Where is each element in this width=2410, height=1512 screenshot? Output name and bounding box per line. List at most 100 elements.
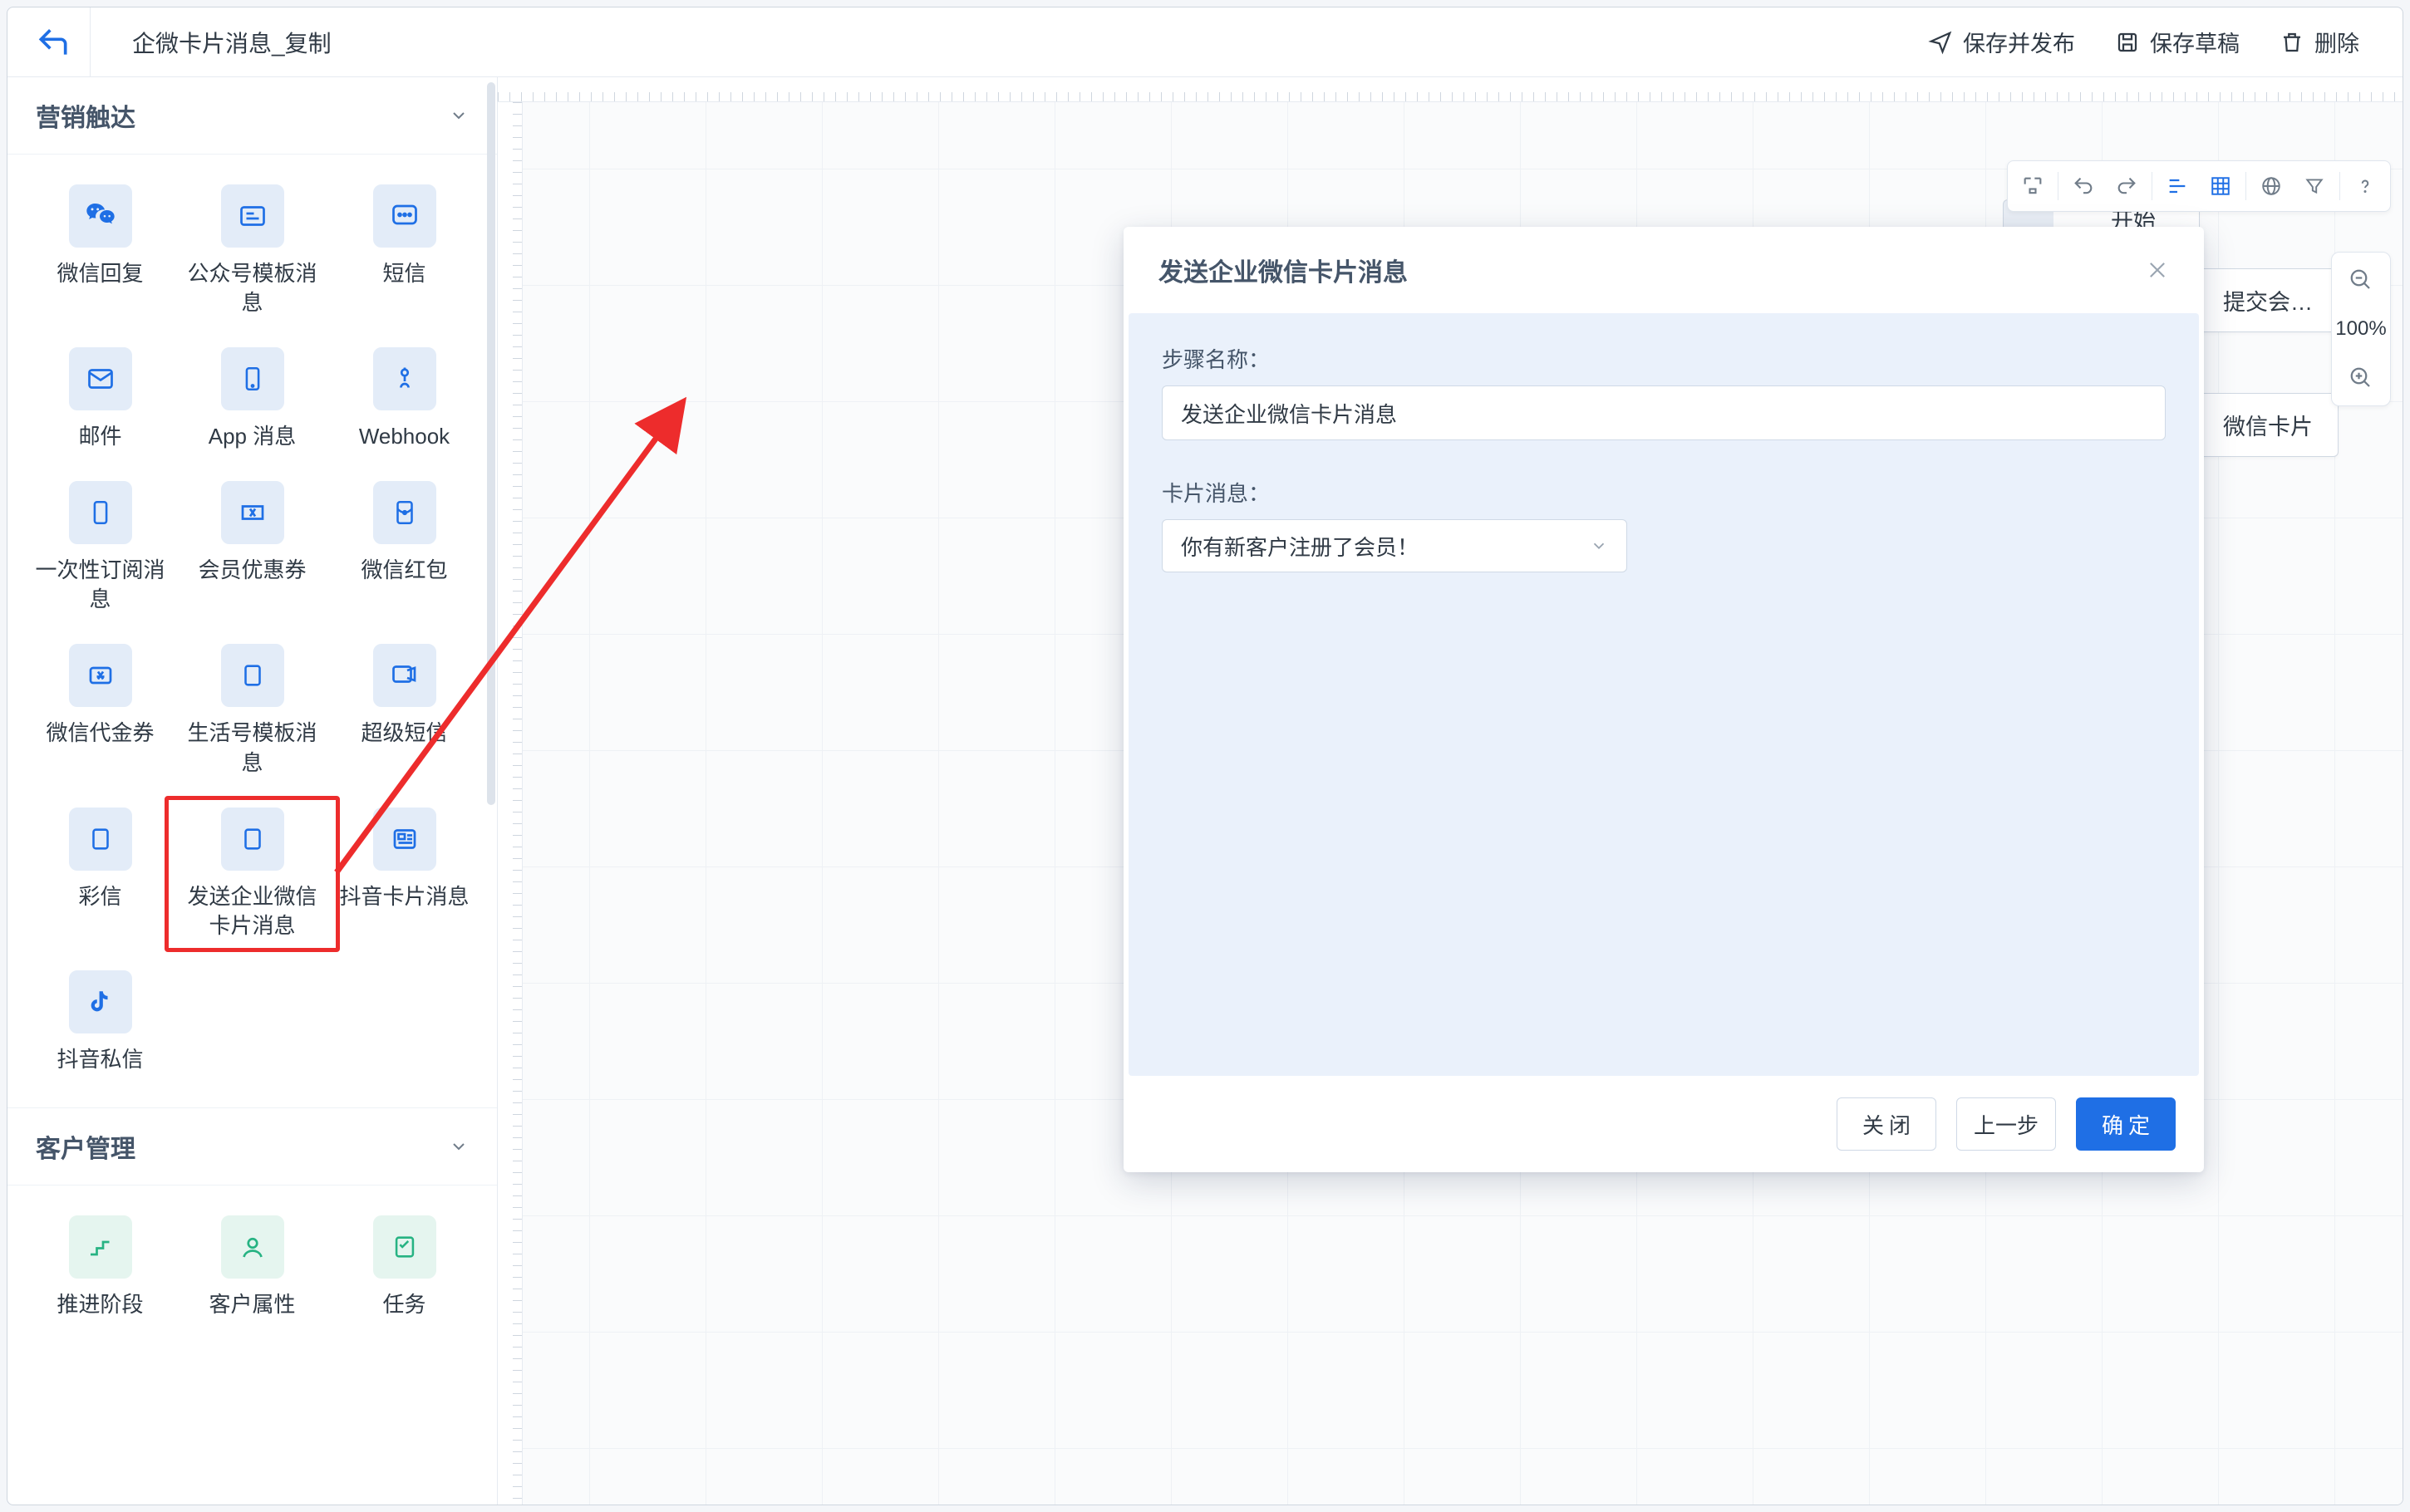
- tool-globe[interactable]: [2250, 168, 2293, 204]
- delete-label: 删除: [2314, 26, 2359, 58]
- tool-align[interactable]: [2156, 168, 2199, 204]
- tile-label-email: 邮件: [78, 422, 121, 451]
- wechat-voucher-icon: [69, 644, 132, 707]
- webhook-icon: [373, 347, 436, 410]
- tile-wechat-voucher[interactable]: 微信代金券: [24, 644, 176, 777]
- tool-filter[interactable]: [2293, 168, 2336, 204]
- trash-icon: [2280, 30, 2304, 55]
- zoom-panel: 100%: [2331, 252, 2391, 406]
- email-icon: [69, 347, 132, 410]
- card-msg-select[interactable]: 你有新客户注册了会员！: [1162, 519, 1627, 572]
- push-stage-icon: [69, 1215, 132, 1279]
- tile-label-wechat-redpacket: 微信红包: [361, 556, 447, 585]
- zoom-value: 100%: [2335, 317, 2386, 341]
- chevron-down-icon: [449, 106, 469, 125]
- tool-fit-screen[interactable]: [2011, 168, 2054, 204]
- send-icon: [1928, 30, 1953, 55]
- back-button[interactable]: [16, 7, 91, 77]
- modal-prev-button[interactable]: 上一步: [1956, 1097, 2056, 1151]
- wechat-reply-icon: [69, 184, 132, 248]
- step-name-input[interactable]: [1162, 385, 2166, 440]
- tile-wechat-reply[interactable]: 微信回复: [24, 184, 176, 317]
- config-modal: 发送企业微信卡片消息 步骤名称 卡片消息 你有新客户注册了会员！: [1124, 227, 2204, 1172]
- ruler-left: [498, 102, 523, 1505]
- node-frag1-label: 提交会…: [2223, 284, 2313, 317]
- tile-label-super-sms: 超级短信: [361, 719, 447, 748]
- tile-mp-template[interactable]: 公众号模板消息: [176, 184, 328, 317]
- tile-sms[interactable]: 短信: [328, 184, 480, 317]
- confirm-label: 确定: [2097, 1109, 2155, 1140]
- tool-redo[interactable]: [2105, 168, 2148, 204]
- wechat-redpacket-icon: [373, 481, 436, 544]
- chevron-down-icon: [449, 1136, 469, 1156]
- tile-wecom-card[interactable]: 发送企业微信卡片消息: [176, 808, 328, 940]
- step-name-label: 步骤名称: [1162, 343, 2166, 374]
- tile-mms[interactable]: 彩信: [24, 808, 176, 940]
- alipay-life-icon: [221, 644, 284, 707]
- delete-button[interactable]: 删除: [2280, 26, 2359, 58]
- tile-one-time-sub[interactable]: 一次性订阅消息: [24, 481, 176, 614]
- workflow-canvas[interactable]: 开始 提交会… 微信卡片: [498, 77, 2403, 1505]
- tool-help[interactable]: [2344, 168, 2387, 204]
- tile-email[interactable]: 邮件: [24, 347, 176, 451]
- zoom-out-button[interactable]: [2349, 268, 2373, 292]
- tile-label-task: 任务: [382, 1290, 425, 1319]
- tile-wechat-redpacket[interactable]: 微信红包: [328, 481, 480, 614]
- wecom-card-icon: [221, 808, 284, 871]
- mms-icon: [69, 808, 132, 871]
- tile-label-alipay-life: 生活号模板消息: [186, 719, 319, 777]
- modal-close-button[interactable]: [2146, 258, 2169, 282]
- tool-grid[interactable]: [2199, 168, 2242, 204]
- tile-push-stage[interactable]: 推进阶段: [24, 1215, 176, 1319]
- modal-title: 发送企业微信卡片消息: [1158, 252, 1408, 288]
- tool-undo[interactable]: [2062, 168, 2105, 204]
- tile-super-sms[interactable]: 超级短信: [328, 644, 480, 777]
- tile-label-push-stage: 推进阶段: [57, 1290, 143, 1319]
- section-marketing-title: 营销触达: [36, 97, 135, 134]
- modal-confirm-button[interactable]: 确定: [2076, 1097, 2176, 1151]
- member-coupon-icon: [221, 481, 284, 544]
- task-icon: [373, 1215, 436, 1279]
- tile-member-coupon[interactable]: 会员优惠券: [176, 481, 328, 614]
- top-bar: 企微卡片消息_复制 保存并发布 保存草稿 删除: [7, 7, 2403, 77]
- tile-webhook[interactable]: Webhook: [328, 347, 480, 451]
- back-arrow-icon: [35, 24, 71, 61]
- tile-label-wecom-card: 发送企业微信卡片消息: [186, 882, 319, 940]
- close-label: 关闭: [1857, 1109, 1916, 1140]
- tile-douyin-card[interactable]: 抖音卡片消息: [328, 808, 480, 940]
- modal-close-footer-button[interactable]: 关闭: [1837, 1097, 1936, 1151]
- canvas-node-fragment-2[interactable]: 微信卡片: [2189, 393, 2339, 457]
- publish-label: 保存并发布: [1963, 26, 2075, 58]
- tile-cust-attr[interactable]: 客户属性: [176, 1215, 328, 1319]
- tile-douyin-dm[interactable]: 抖音私信: [24, 970, 176, 1074]
- one-time-sub-icon: [69, 481, 132, 544]
- save-draft-button[interactable]: 保存草稿: [2115, 26, 2240, 58]
- section-customer-title: 客户管理: [36, 1128, 135, 1165]
- component-sidebar: 营销触达 微信回复 公众号模板消息短信邮件 App 消息Webhook 一次性订阅消息…: [7, 77, 498, 1505]
- zoom-in-button[interactable]: [2349, 366, 2373, 390]
- prev-label: 上一步: [1974, 1109, 2039, 1140]
- tile-label-wechat-reply: 微信回复: [57, 259, 143, 288]
- section-customer-header[interactable]: 客户管理: [7, 1107, 497, 1186]
- tile-label-wechat-voucher: 微信代金券: [46, 719, 154, 748]
- douyin-dm-icon: [69, 970, 132, 1033]
- tile-alipay-life[interactable]: 生活号模板消息: [176, 644, 328, 777]
- zoom-in-icon: [2349, 366, 2373, 390]
- card-msg-label: 卡片消息: [1162, 477, 2166, 508]
- page-title: 企微卡片消息_复制: [107, 26, 1911, 59]
- tile-label-member-coupon: 会员优惠券: [198, 556, 306, 585]
- tile-label-douyin-dm: 抖音私信: [57, 1045, 143, 1074]
- app-message-icon: [221, 347, 284, 410]
- tile-label-douyin-card: 抖音卡片消息: [339, 882, 469, 911]
- ruler-top: [498, 77, 2403, 102]
- tile-label-one-time-sub: 一次性订阅消息: [34, 556, 167, 614]
- section-marketing-header[interactable]: 营销触达: [7, 77, 497, 155]
- publish-button[interactable]: 保存并发布: [1928, 26, 2075, 58]
- tile-label-sms: 短信: [382, 259, 425, 288]
- tile-label-mms: 彩信: [78, 882, 121, 911]
- canvas-node-fragment-1[interactable]: 提交会…: [2189, 268, 2339, 332]
- tile-task[interactable]: 任务: [328, 1215, 480, 1319]
- save-icon: [2115, 30, 2140, 55]
- tile-app-message[interactable]: App 消息: [176, 347, 328, 451]
- canvas-toolbar: [2007, 160, 2391, 212]
